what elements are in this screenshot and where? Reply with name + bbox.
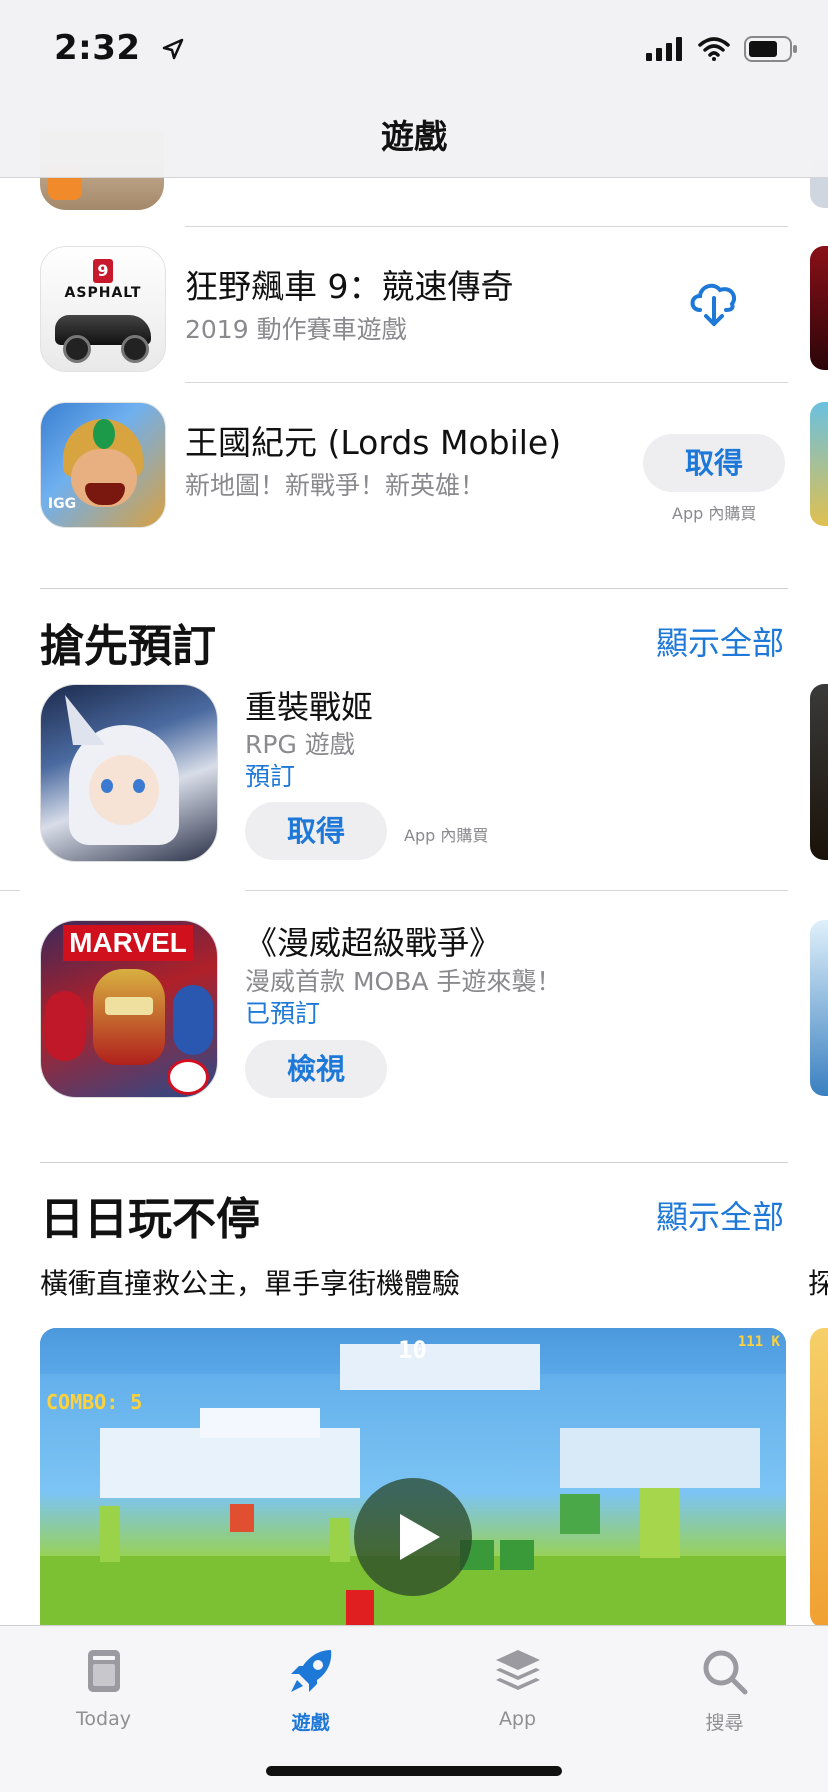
score-counter: 10 [398,1336,427,1364]
next-column-peek [810,1328,828,1628]
preorder-app-name[interactable]: 《漫威超級戰爭》 [245,918,501,964]
app-name[interactable]: 狂野飆車 9：競速傳奇 [185,260,514,308]
status-bar: 2:32 [0,0,828,100]
see-all-link[interactable]: 顯示全部 [656,1192,784,1238]
preorder-status: 預訂 [245,762,296,791]
status-time: 2:32 [54,28,141,68]
app-row-asphalt[interactable]: 9 ASPHALT 狂野飆車 9：競速傳奇 2019 動作賽車遊戲 [0,226,828,383]
preorder-status: 已預訂 [245,999,321,1028]
get-button[interactable]: 取得 [245,802,387,860]
section-divider [40,588,788,589]
cellular-signal-icon [646,37,682,61]
section-subtitle: 橫衝直撞救公主，單手享街機體驗 [40,1267,461,1300]
next-column-peek-text: 探 [808,1267,828,1300]
next-column-peek [810,920,828,1096]
play-button[interactable] [354,1478,472,1596]
section-divider [40,1162,788,1163]
tab-games[interactable]: 遊戲 [207,1626,414,1746]
app-subtitle: 新地圖！新戰爭！新英雄！ [185,471,486,500]
search-icon [703,1650,748,1695]
page-title: 遊戲 [381,117,447,156]
tab-label: 遊戲 [291,1712,330,1734]
section-title: 搶先預訂 [40,621,216,672]
location-arrow-icon [162,38,184,60]
row-divider [245,890,788,891]
tab-label: App [498,1708,537,1730]
game-video-preview[interactable]: COMBO: 5 10 111 K [40,1328,786,1628]
in-app-purchase-note: App 內購買 [672,504,757,523]
combo-counter: COMBO: 5 [46,1390,143,1414]
battery-icon [744,36,797,62]
next-column-peek [810,402,828,526]
tab-label: Today [76,1708,131,1730]
lords-mobile-app-icon[interactable]: IGG [40,402,166,528]
wifi-icon [698,37,730,61]
preorder-app-category: 漫威首款 MOBA 手遊來襲！ [245,967,562,996]
marvel-logo: MARVEL [63,925,193,961]
page-indicator-line [0,890,20,891]
app-row-lords-mobile[interactable]: IGG 王國紀元 (Lords Mobile) 新地圖！新戰爭！新英雄！ 取得 … [0,382,828,538]
tab-today[interactable]: Today [0,1626,207,1746]
asphalt-app-icon[interactable]: 9 ASPHALT [40,246,166,372]
scroll-content[interactable]: 9 ASPHALT 狂野飆車 9：競速傳奇 2019 動作賽車遊戲 IGG 王國… [0,0,828,1792]
tab-apps[interactable]: App [414,1626,621,1746]
section-title: 日日玩不停 [40,1194,260,1245]
see-all-link[interactable]: 顯示全部 [656,618,784,664]
next-column-peek [810,684,828,860]
marvel-super-war-app-icon[interactable]: MARVEL [40,920,218,1098]
tab-label: 搜尋 [705,1712,744,1734]
today-icon [88,1650,120,1692]
in-app-purchase-note: App 內購買 [404,826,489,845]
tab-search[interactable]: 搜尋 [621,1626,828,1746]
preorder-app-name[interactable]: 重裝戰姬 [245,682,373,728]
preorder-app-category: RPG 遊戲 [245,730,355,759]
home-indicator[interactable] [266,1766,562,1776]
app-name[interactable]: 王國紀元 (Lords Mobile) [185,416,561,464]
distance-counter: 111 K [737,1334,780,1350]
view-button[interactable]: 檢視 [245,1040,387,1098]
tab-bar: Today 遊戲 App 搜尋 [0,1625,828,1792]
app-subtitle: 2019 動作賽車遊戲 [185,315,407,344]
cloud-download-icon[interactable] [686,276,742,328]
get-button[interactable]: 取得 [643,434,785,492]
heavy-armor-girl-app-icon[interactable] [40,684,218,862]
layers-icon [496,1650,540,1690]
play-icon [400,1514,440,1560]
rocket-icon [291,1650,332,1692]
next-column-peek [810,246,828,370]
